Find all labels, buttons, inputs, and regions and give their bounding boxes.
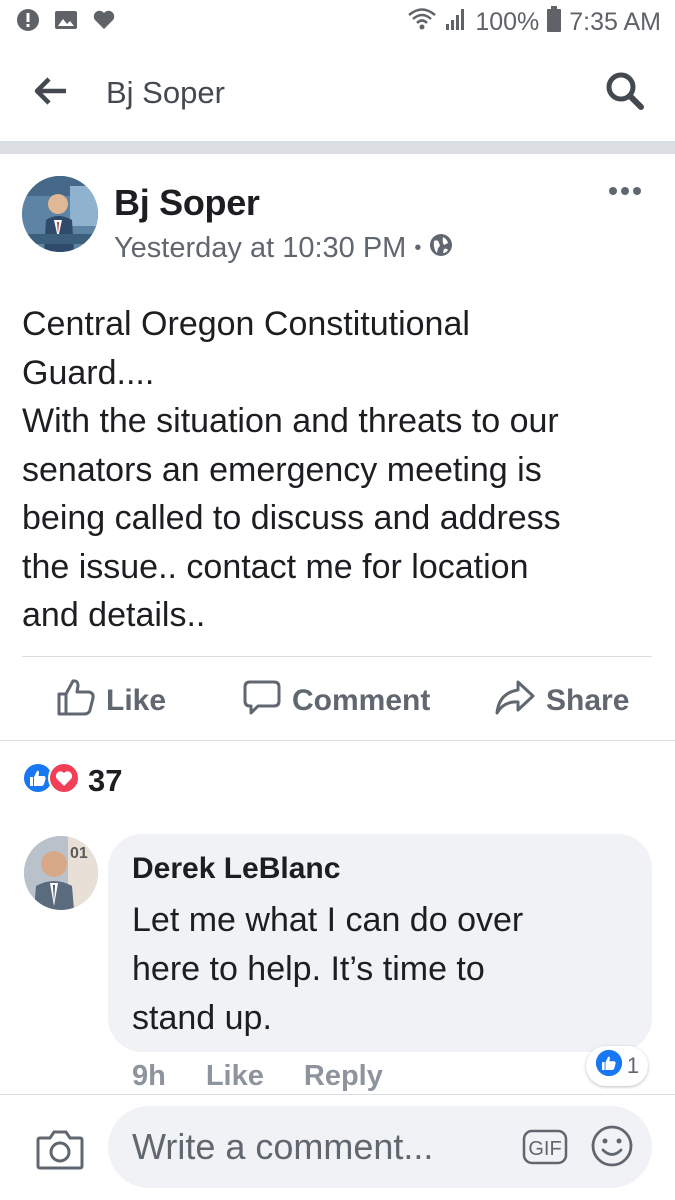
comment-body: Let me what I can do over here to help. … — [132, 896, 632, 1043]
actions-divider-top — [22, 656, 652, 657]
more-icon[interactable] — [608, 184, 642, 202]
post-line: the issue.. contact me for location — [22, 547, 529, 586]
back-arrow-icon[interactable] — [34, 76, 68, 111]
svg-text:01: 01 — [70, 845, 88, 862]
post-body: Central Oregon Constitutional Guard.... … — [22, 300, 662, 640]
search-icon[interactable] — [605, 71, 645, 116]
comment-author[interactable]: Derek LeBlanc — [132, 852, 340, 886]
battery-percent: 100% — [475, 7, 540, 36]
comment-reply-button[interactable]: Reply — [304, 1060, 383, 1092]
header-divider — [0, 141, 675, 154]
post-line: being called to discuss and address — [22, 499, 561, 537]
signal-icon — [445, 7, 467, 38]
share-icon — [494, 678, 536, 724]
post-actions: Like Comment Share — [0, 662, 675, 736]
post-line: Guard.... — [22, 353, 155, 392]
comment-reaction-badge[interactable]: 1 — [586, 1046, 648, 1086]
battery-icon — [547, 5, 562, 39]
globe-icon — [429, 232, 453, 265]
comment-time: 9h — [132, 1060, 166, 1092]
reactions-summary[interactable]: 37 — [22, 762, 122, 799]
post-line: Central Oregon Constitutional — [22, 305, 470, 343]
comment-like-count: 1 — [626, 1053, 640, 1078]
like-reaction-icon — [595, 1049, 623, 1083]
share-label: Share — [546, 684, 630, 717]
like-button[interactable]: Like — [56, 678, 166, 724]
emoji-icon[interactable] — [590, 1124, 634, 1173]
camera-icon[interactable] — [36, 1128, 84, 1175]
like-label: Like — [106, 684, 167, 717]
page-title: Bj Soper — [106, 75, 225, 110]
wifi-icon — [407, 7, 437, 38]
post-line: senators an emergency meeting is — [22, 450, 542, 489]
post-line: With the situation and threats to our — [22, 402, 559, 440]
share-button[interactable]: Share — [494, 678, 629, 724]
author-avatar[interactable] — [22, 176, 98, 252]
status-bar: 100% 7:35 AM — [0, 0, 675, 44]
post-timestamp[interactable]: Yesterday at 10:30 PM — [114, 232, 406, 265]
app-bar: Bj Soper — [0, 44, 675, 142]
comment-line: stand up. — [132, 999, 272, 1037]
alert-icon — [16, 8, 40, 37]
post-header: Bj Soper Yesterday at 10:30 PM • — [22, 176, 652, 276]
heart-icon — [92, 8, 116, 37]
comment-composer[interactable]: Write a comment... GIF — [108, 1106, 652, 1188]
comment-label: Comment — [292, 684, 431, 717]
status-system: 100% 7:35 AM — [407, 5, 661, 39]
composer-placeholder: Write a comment... — [132, 1126, 434, 1167]
comment-like-button[interactable]: Like — [206, 1060, 264, 1092]
reaction-count: 37 — [88, 762, 123, 798]
meta-separator: • — [414, 237, 422, 259]
clock: 7:35 AM — [569, 7, 661, 36]
comment-icon — [242, 678, 282, 724]
actions-divider-bottom — [0, 740, 675, 741]
post-meta: Yesterday at 10:30 PM • — [114, 232, 453, 265]
image-icon — [54, 8, 78, 37]
gif-label: GIF — [528, 1138, 561, 1160]
comment-line: here to help. It’s time to — [132, 950, 485, 988]
comment-bubble: Derek LeBlanc Let me what I can do over … — [108, 834, 652, 1052]
post-author[interactable]: Bj Soper — [114, 182, 260, 224]
composer-divider — [0, 1094, 675, 1095]
status-notifications — [16, 8, 116, 37]
comment-meta: 9h Like Reply — [132, 1060, 383, 1092]
comment-button[interactable]: Comment — [242, 678, 430, 724]
post-line: and details.. — [22, 596, 206, 634]
love-reaction-icon — [48, 762, 80, 799]
like-icon — [56, 678, 96, 724]
comment-line: Let me what I can do over — [132, 901, 524, 939]
gif-icon[interactable]: GIF — [522, 1129, 568, 1170]
commenter-avatar[interactable]: 01 — [24, 836, 98, 910]
